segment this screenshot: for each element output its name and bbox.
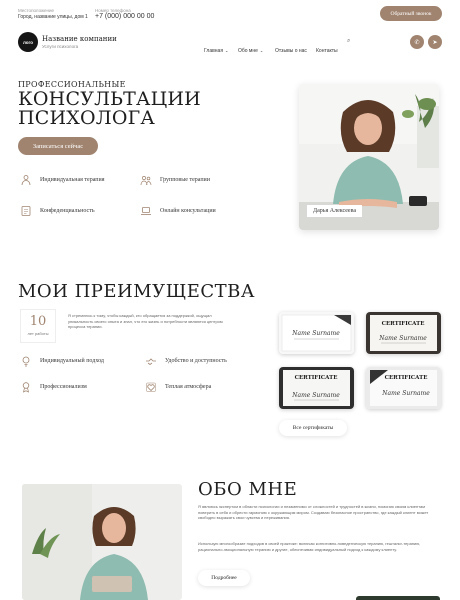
- logo[interactable]: лого: [18, 32, 38, 52]
- cert-name: Name Surname: [381, 390, 430, 397]
- address-text: Город, название улицы, дом 1: [18, 14, 88, 20]
- nav-home[interactable]: Главная ⌄: [204, 39, 228, 57]
- cert-title: CERTIFICATE: [295, 375, 338, 381]
- search-icon[interactable]: ⌕: [347, 38, 350, 45]
- company-name: Название компании: [42, 35, 117, 43]
- certificate-image: CERTIFICATE Name Surname: [279, 367, 354, 409]
- years-label: лет работы: [27, 331, 49, 336]
- advantages-title: МОИ ПРЕИМУЩЕСТВА: [18, 281, 256, 302]
- group-icon: [140, 176, 152, 186]
- nav-contacts[interactable]: Контакты: [316, 39, 338, 57]
- nav-home-label[interactable]: Главная: [204, 48, 223, 54]
- certificate-card-1[interactable]: Name Surname: [279, 312, 354, 354]
- years-number: 10: [29, 314, 47, 329]
- service-label: Онлайн консультации: [160, 208, 216, 214]
- laptop-icon: [141, 207, 151, 215]
- chevron-down-icon: ⌄: [225, 48, 229, 53]
- chevron-down-icon: ⌄: [259, 48, 264, 53]
- certificate-image: CERTIFICATE Name Surname: [366, 312, 441, 354]
- advantage-label: Профессионализм: [40, 384, 87, 390]
- about-paragraph-1: Я являюсь экспертом в области психологии…: [198, 504, 429, 520]
- advantage-professionalism: Профессионализм: [20, 381, 87, 393]
- person-icon: [21, 175, 31, 186]
- next-section-preview: [356, 596, 440, 600]
- about-photo: [22, 484, 182, 600]
- service-online: Онлайн консультации: [140, 205, 216, 217]
- nav-reviews-label[interactable]: Отзывы о нас: [275, 48, 307, 54]
- advantage-label: Удобство и доступность: [165, 358, 227, 364]
- service-label: Индивидуальная терапия: [40, 177, 105, 183]
- more-button[interactable]: Подробнее: [198, 570, 250, 586]
- advantage-atmosphere: Теплая атмосфера: [145, 381, 211, 393]
- phone-link[interactable]: +7 (000) 000 00 00: [95, 13, 154, 20]
- cert-name: Name Surname: [378, 335, 427, 342]
- certificate-card-2[interactable]: CERTIFICATE Name Surname: [366, 312, 441, 354]
- handshake-icon: [146, 358, 156, 365]
- heart-hands-icon: [146, 382, 156, 392]
- phone-icon[interactable]: ✆: [410, 35, 424, 49]
- advantage-label: Теплая атмосфера: [165, 384, 212, 390]
- certificate-card-4[interactable]: CERTIFICATE Name Surname: [366, 367, 441, 409]
- award-icon: [22, 382, 30, 393]
- advantage-individual: Индивидуальный подход: [20, 355, 104, 367]
- nav-contacts-label[interactable]: Контакты: [316, 48, 338, 54]
- cert-title: CERTIFICATE: [385, 375, 428, 381]
- nav-about-label[interactable]: Обо мне: [238, 48, 258, 54]
- service-label: Конфеденциальность: [40, 208, 95, 214]
- hero-photo: Дарья Алексеева: [299, 84, 439, 230]
- about-paragraph-2: Использую многообразие подходов в своей …: [198, 541, 421, 552]
- nav-reviews[interactable]: Отзывы о нас: [275, 39, 307, 57]
- lightbulb-icon: [22, 356, 30, 367]
- years-card: 10 лет работы: [20, 309, 56, 343]
- advantage-convenience: Удобство и доступность: [145, 355, 227, 367]
- all-certificates-button[interactable]: Все сертификаты: [279, 420, 347, 436]
- service-confidential: Конфеденциальность: [20, 205, 95, 217]
- signup-button[interactable]: Записаться сейчас: [18, 137, 98, 155]
- hero-title-line2: ПСИХОЛОГА: [18, 107, 155, 129]
- certificate-card-3[interactable]: CERTIFICATE Name Surname: [279, 367, 354, 409]
- photo-caption: Дарья Алексеева: [307, 205, 362, 217]
- service-group: Групповые терапии: [140, 174, 210, 186]
- advantage-label: Индивидуальный подход: [40, 358, 104, 364]
- certificate-image: CERTIFICATE Name Surname: [366, 367, 441, 409]
- cert-name: Name Surname: [291, 330, 340, 337]
- service-label: Групповые терапии: [160, 177, 210, 183]
- document-icon: [21, 206, 31, 216]
- callback-button[interactable]: Обратный звонок: [380, 6, 442, 21]
- advantages-text: Я стремлюсь к тому, чтобы каждый, кто об…: [68, 313, 223, 329]
- cert-title: CERTIFICATE: [382, 321, 425, 327]
- location-label: Местоположение: [18, 8, 55, 13]
- company-subtitle: Услуги психолога: [42, 44, 79, 49]
- cert-name: Name Surname: [291, 392, 340, 399]
- telegram-icon[interactable]: ➤: [428, 35, 442, 49]
- nav-about[interactable]: Обо мне ⌄: [238, 39, 263, 57]
- certificate-image: Name Surname: [279, 312, 354, 354]
- psychologist-photo: [22, 484, 182, 600]
- about-title: ОБО МНЕ: [198, 479, 298, 500]
- service-individual: Индивидуальная терапия: [20, 174, 104, 186]
